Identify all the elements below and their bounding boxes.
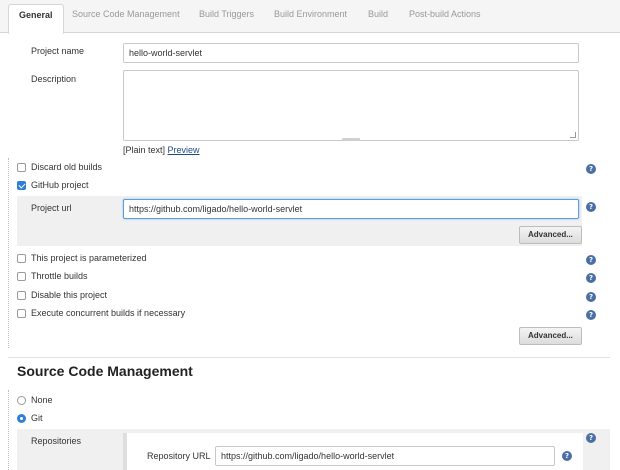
plain-text-label: [Plain text] [123,145,166,155]
tab-build[interactable]: Build [368,9,388,19]
checkbox-icon[interactable] [17,254,26,263]
description-textarea[interactable] [123,70,579,141]
radio-icon[interactable] [17,396,26,405]
help-icon[interactable]: ? [586,292,596,302]
disable-project-row[interactable]: Disable this project [17,290,217,304]
discard-old-builds-row[interactable]: Discard old builds [17,162,217,176]
resize-grip-icon[interactable] [570,132,576,138]
config-tab-bar: General Source Code Management Build Tri… [0,0,620,34]
throttle-builds-row[interactable]: Throttle builds [17,271,217,285]
project-url-label: Project url [31,203,72,213]
scm-none-row[interactable]: None [17,395,137,409]
help-icon[interactable]: ? [586,202,596,212]
checkbox-icon[interactable] [17,291,26,300]
disable-project-label: Disable this project [31,290,108,300]
project-url-input[interactable] [123,199,579,219]
checkbox-icon[interactable] [17,309,26,318]
github-project-label: GitHub project [31,180,89,190]
help-icon[interactable]: ? [586,164,596,174]
description-label: Description [31,74,77,84]
scm-git-label: Git [31,413,43,423]
help-icon[interactable]: ? [586,273,596,283]
parameterized-row[interactable]: This project is parameterized [17,253,277,267]
discard-old-builds-label: Discard old builds [31,162,103,172]
section-divider [8,357,610,358]
syntax-hint: [Plain text] Preview [123,145,200,155]
tab-build-environment[interactable]: Build Environment [274,9,347,19]
advanced-button-2[interactable]: Advanced... [519,327,582,345]
scm-git-row[interactable]: Git [17,413,137,427]
radio-selected-icon[interactable] [17,414,26,423]
repository-url-input[interactable] [215,446,555,466]
scm-section-title: Source Code Management [17,363,193,379]
help-icon[interactable]: ? [586,255,596,265]
repository-url-label: Repository URL [147,451,211,461]
preview-link[interactable]: Preview [168,145,200,155]
checkbox-checked-icon[interactable] [17,181,26,190]
options-left-rule [8,158,9,348]
help-icon[interactable]: ? [586,310,596,320]
tab-general[interactable]: General [8,4,64,34]
textarea-drag-handle[interactable] [342,138,360,141]
help-icon[interactable]: ? [562,451,572,461]
checkbox-icon[interactable] [17,163,26,172]
scm-left-rule [8,390,9,470]
tab-post-build-actions[interactable]: Post-build Actions [409,9,481,19]
repositories-label: Repositories [31,436,82,446]
tab-build-triggers[interactable]: Build Triggers [199,9,254,19]
throttle-builds-label: Throttle builds [31,271,88,281]
project-name-input[interactable] [123,43,579,63]
concurrent-builds-label: Execute concurrent builds if necessary [31,308,186,318]
project-name-label: Project name [31,46,85,56]
scm-none-label: None [31,395,53,405]
parameterized-label: This project is parameterized [31,253,147,263]
github-project-row[interactable]: GitHub project [17,180,217,194]
advanced-button[interactable]: Advanced... [519,226,582,244]
concurrent-builds-row[interactable]: Execute concurrent builds if necessary [17,308,317,322]
help-icon[interactable]: ? [586,433,596,443]
tab-source-code-management[interactable]: Source Code Management [72,9,180,19]
checkbox-icon[interactable] [17,272,26,281]
